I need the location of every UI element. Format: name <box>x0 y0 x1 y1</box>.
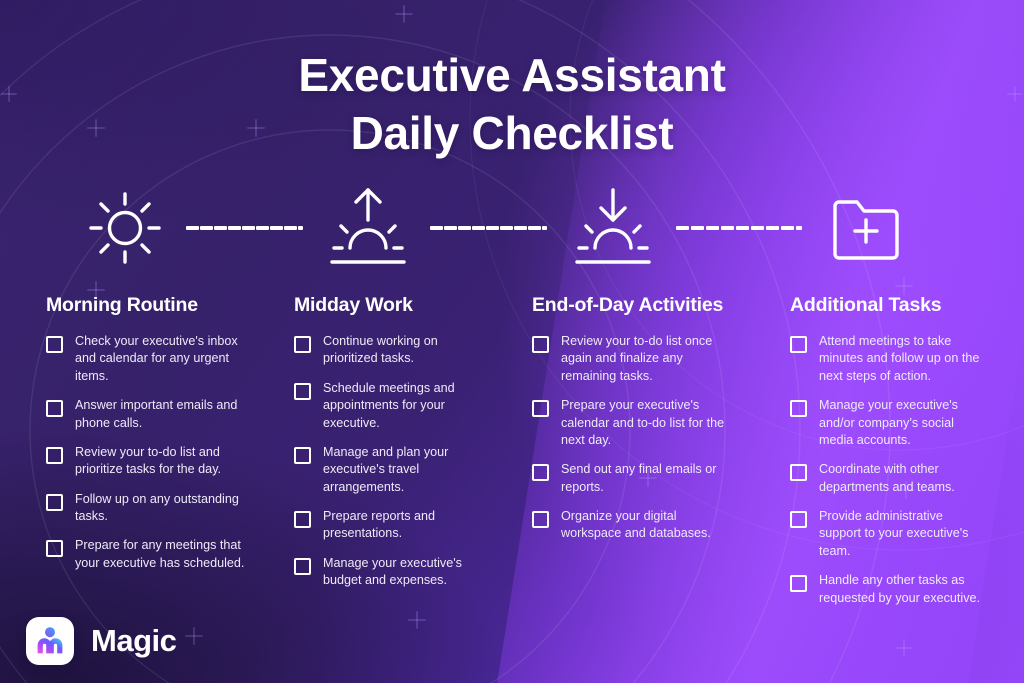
checklist-item[interactable]: Schedule meetings and appointments for y… <box>294 380 490 432</box>
column-heading: Morning Routine <box>46 294 198 316</box>
checklist-item[interactable]: Manage and plan your executive's travel … <box>294 444 490 496</box>
checklist-item[interactable]: Continue working on prioritized tasks. <box>294 333 490 368</box>
checkbox[interactable] <box>294 446 311 464</box>
column-end-of-day-activities: End-of-Day Activities Review your to-do … <box>532 294 736 555</box>
checklist-item[interactable]: Answer important emails and phone calls. <box>46 397 246 432</box>
checklist-item-label: Coordinate with other departments and te… <box>819 462 955 494</box>
checklist-item-label: Provide administrative support to your e… <box>819 509 969 558</box>
checkbox[interactable] <box>294 336 311 353</box>
column-additional-tasks: Additional Tasks Attend meetings to take… <box>790 294 986 619</box>
checklist-item-label: Follow up on any outstanding tasks. <box>75 491 239 523</box>
page-title: Executive Assistant Daily Checklist <box>0 46 1024 163</box>
column-heading: Midday Work <box>294 294 413 316</box>
checklist-item-label: Review your to-do list once again and fi… <box>561 334 713 383</box>
checklist-item[interactable]: Coordinate with other departments and te… <box>790 461 986 496</box>
checklist-item-label: Continue working on prioritized tasks. <box>323 334 438 366</box>
checklist-item-label: Schedule meetings and appointments for y… <box>323 380 455 430</box>
checklist-item-label: Manage your executive's and/or company’s… <box>819 398 958 447</box>
dashed-connector-3 <box>676 226 804 230</box>
checkbox[interactable] <box>46 400 63 418</box>
checklist-item-label: Manage your executive's budget and expen… <box>323 555 462 588</box>
checklist-item[interactable]: Organize your digital workspace and data… <box>532 508 736 543</box>
checklist-item-label: Prepare reports and presentations. <box>323 509 436 541</box>
checklist-item[interactable]: Review your to-do list and prioritize ta… <box>46 444 246 479</box>
checkbox[interactable] <box>46 493 63 511</box>
sun-icon <box>77 182 173 274</box>
column-morning-routine: Morning Routine Check your executive's i… <box>46 294 246 584</box>
icon-row <box>0 182 1024 274</box>
checkbox[interactable] <box>46 446 63 464</box>
checkbox[interactable] <box>790 400 807 418</box>
folder-plus-icon <box>818 182 914 274</box>
checklist-columns: Morning Routine Check your executive's i… <box>0 294 1024 634</box>
checkbox[interactable] <box>532 400 549 418</box>
dashed-connector-2 <box>430 226 547 230</box>
column-midday-work: Midday Work Continue working on prioriti… <box>294 294 490 602</box>
checklist-item-label: Prepare for any meetings that your execu… <box>75 538 245 570</box>
checklist-item-label: Organize your digital workspace and data… <box>561 509 711 541</box>
brand-name: Magic <box>91 623 177 658</box>
checklist-item[interactable]: Review your to-do list once again and fi… <box>532 333 736 385</box>
checklist-item[interactable]: Prepare reports and presentations. <box>294 508 490 543</box>
checkbox[interactable] <box>532 511 549 528</box>
page-title-line-2: Daily Checklist <box>350 107 674 160</box>
checklist-item[interactable]: Manage your executive's budget and expen… <box>294 555 490 590</box>
checkbox[interactable] <box>790 511 807 528</box>
checkbox[interactable] <box>294 557 311 575</box>
checklist-item[interactable]: Handle any other tasks as requested by y… <box>790 572 986 607</box>
checkbox[interactable] <box>790 464 807 482</box>
column-heading: Additional Tasks <box>790 294 942 316</box>
magic-person-logo-icon <box>26 617 74 665</box>
column-heading: End-of-Day Activities <box>532 294 724 316</box>
checklist-item[interactable]: Prepare your executive's calendar and to… <box>532 397 736 449</box>
checklist-item-label: Handle any other tasks as requested by y… <box>819 573 981 605</box>
checkbox[interactable] <box>790 575 807 593</box>
checklist-item-label: Check your executive's inbox and calenda… <box>75 334 238 383</box>
checklist-item-label: Prepare your executive's calendar and to… <box>561 398 725 447</box>
checklist-item-label: Review your to-do list and prioritize ta… <box>75 444 222 477</box>
infographic-content: Executive Assistant Daily Checklist Morn… <box>0 0 1024 683</box>
checkbox[interactable] <box>532 464 549 482</box>
checklist-item[interactable]: Manage your executive's and/or company’s… <box>790 397 986 449</box>
checklist-item-label: Attend meetings to take minutes and foll… <box>819 334 980 383</box>
checklist-item-label: Send out any final emails or reports. <box>561 462 717 494</box>
checkbox[interactable] <box>532 336 549 353</box>
checkbox[interactable] <box>790 336 807 353</box>
page-title-line-1: Executive Assistant <box>298 49 726 101</box>
checkbox[interactable] <box>46 540 63 558</box>
brand-logo[interactable]: Magic <box>26 617 177 665</box>
sunrise-icon <box>320 182 416 274</box>
checklist-item[interactable]: Check your executive's inbox and calenda… <box>46 333 246 385</box>
checklist-item-label: Manage and plan your executive's travel … <box>323 444 449 494</box>
dashed-connector-1 <box>186 226 303 230</box>
sunset-icon <box>565 182 661 274</box>
checklist-item-label: Answer important emails and phone calls. <box>75 398 238 430</box>
checkbox[interactable] <box>294 382 311 400</box>
checklist-item[interactable]: Attend meetings to take minutes and foll… <box>790 333 986 385</box>
checklist-item[interactable]: Prepare for any meetings that your execu… <box>46 537 246 572</box>
checklist-item[interactable]: Follow up on any outstanding tasks. <box>46 491 246 526</box>
checkbox[interactable] <box>294 511 311 528</box>
checklist-item[interactable]: Provide administrative support to your e… <box>790 508 986 560</box>
checkbox[interactable] <box>46 336 63 353</box>
checklist-item[interactable]: Send out any final emails or reports. <box>532 461 736 496</box>
